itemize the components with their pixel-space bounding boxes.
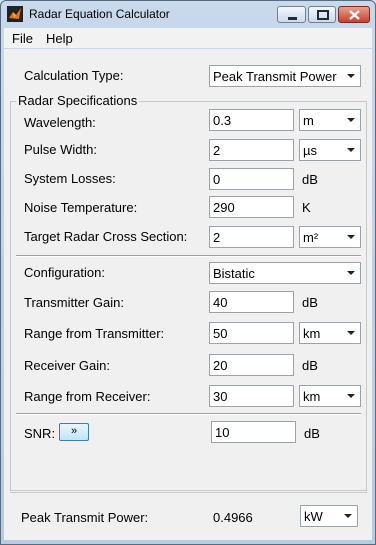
pulse-width-label: Pulse Width: [24,142,97,157]
menu-file[interactable]: File [12,31,33,46]
result-unit: kW [304,509,323,524]
close-icon [349,10,360,20]
rcs-unit: m² [303,230,319,245]
wavelength-input[interactable]: 0.3 [209,109,294,131]
configuration-value: Bistatic [213,266,255,281]
transmitter-gain-label: Transmitter Gain: [24,295,124,310]
app-window: Radar Equation Calculator File Help Calc… [0,0,376,545]
chevron-down-icon [347,271,355,275]
main-panel: Calculation Type: Peak Transmit Power Ra… [4,49,372,540]
divider [16,413,361,415]
receiver-gain-label: Receiver Gain: [24,358,110,373]
calc-type-select[interactable]: Peak Transmit Power [209,65,361,87]
range-transmitter-input[interactable]: 50 [209,322,294,344]
wavelength-label: Wavelength: [24,115,96,130]
configuration-label: Configuration: [24,265,105,280]
maximize-icon [317,10,329,20]
range-transmitter-unit: km [303,326,321,341]
system-losses-input[interactable]: 0 [209,168,294,190]
noise-temperature-input[interactable]: 290 [209,196,294,218]
divider [10,492,367,493]
range-receiver-label: Range from Receiver: [24,389,151,404]
snr-unit: dB [304,426,320,441]
snr-label: SNR: [24,426,56,441]
wavelength-unit: m [303,113,314,128]
receiver-gain-unit: dB [302,358,318,373]
chevron-down-icon [347,235,355,239]
range-transmitter-unit-select[interactable]: km [299,322,361,344]
calc-type-label: Calculation Type: [24,68,124,83]
close-button[interactable] [338,6,370,23]
divider [16,255,361,257]
chevron-down-icon [344,514,352,518]
menu-help[interactable]: Help [46,31,73,46]
receiver-gain-input[interactable]: 20 [209,354,294,376]
chevron-down-icon [347,394,355,398]
rcs-input[interactable]: 2 [209,226,294,248]
panel-title: Radar Specifications [16,93,140,108]
snr-expand-button[interactable]: » [59,423,89,441]
pulse-width-unit-select[interactable]: µs [299,139,361,161]
snr-input[interactable]: 10 [211,421,296,443]
range-receiver-input[interactable]: 30 [209,385,294,407]
pulse-width-input[interactable]: 2 [209,139,294,161]
chevron-down-icon [347,118,355,122]
calc-type-value: Peak Transmit Power [213,69,337,84]
range-transmitter-label: Range from Transmitter: [24,326,165,341]
configuration-select[interactable]: Bistatic [209,262,361,284]
noise-temperature-unit: K [302,200,311,215]
minimize-button[interactable] [277,6,306,23]
system-losses-label: System Losses: [24,171,116,186]
result-unit-select[interactable]: kW [300,505,358,527]
chevron-down-icon [347,331,355,335]
system-losses-unit: dB [302,172,318,187]
title-bar[interactable]: Radar Equation Calculator [1,1,375,27]
maximize-button[interactable] [308,6,336,23]
wavelength-unit-select[interactable]: m [299,109,361,131]
minimize-icon [288,17,297,20]
range-receiver-unit: km [303,389,321,404]
noise-temperature-label: Noise Temperature: [24,200,138,215]
window-title: Radar Equation Calculator [29,7,170,21]
chevron-down-icon [347,148,355,152]
transmitter-gain-unit: dB [302,295,318,310]
rcs-label: Target Radar Cross Section: [24,229,188,244]
menu-bar: File Help [4,28,372,48]
rcs-unit-select[interactable]: m² [299,226,361,248]
result-label: Peak Transmit Power: [21,510,149,525]
matlab-icon [7,6,23,22]
transmitter-gain-input[interactable]: 40 [209,291,294,313]
range-receiver-unit-select[interactable]: km [299,385,361,407]
chevron-down-icon [347,74,355,78]
pulse-width-unit: µs [303,143,317,158]
result-value: 0.4966 [213,510,253,525]
